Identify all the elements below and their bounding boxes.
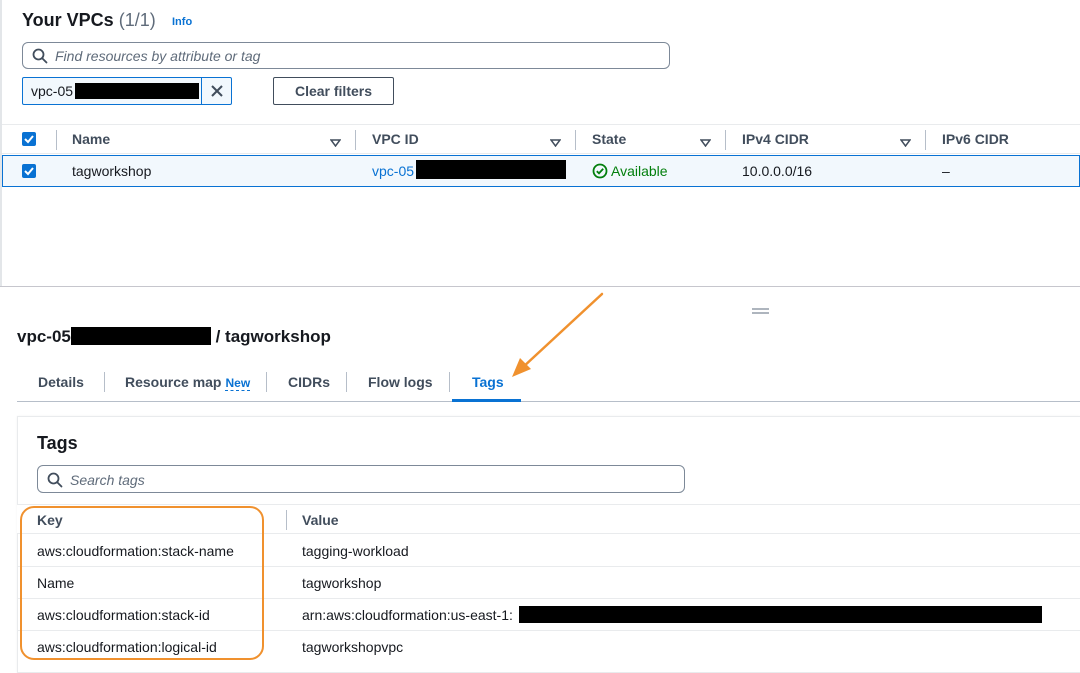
details-tabs: Details Resource map New CIDRs Flow logs … [17, 364, 1080, 402]
filter-token-label: vpc-05 [31, 83, 74, 99]
table-row[interactable]: tagworkshop vpc-05 Available 10.0.0.0/16… [2, 155, 1080, 187]
ipv4-cidr: 10.0.0.0/16 [742, 163, 813, 179]
tab-divider [266, 372, 267, 392]
checkbox-checked-icon[interactable] [22, 164, 36, 178]
drag-handle-icon[interactable] [752, 301, 769, 314]
tag-value: arn:aws:cloudformation:us-east-1: [302, 607, 513, 623]
resource-search-field[interactable] [22, 42, 670, 69]
column-divider [925, 130, 926, 150]
tab-flow-logs[interactable]: Flow logs [368, 374, 433, 390]
sort-caret-icon[interactable] [549, 134, 562, 150]
status-available-icon [592, 163, 608, 179]
column-header-state[interactable]: State [592, 131, 626, 147]
tab-divider [104, 372, 105, 392]
tag-value: tagworkshop [302, 575, 382, 591]
tag-value: tagging-workload [302, 543, 409, 559]
tag-key: aws:cloudformation:logical-id [37, 639, 217, 655]
new-badge: New [225, 376, 251, 391]
sort-caret-icon[interactable] [699, 134, 712, 150]
redacted-block [416, 160, 566, 179]
vpc-count: (1/1) [118, 10, 156, 30]
tag-value: tagworkshopvpc [302, 639, 404, 655]
column-header-vpc-id[interactable]: VPC ID [372, 131, 419, 147]
tab-cidrs[interactable]: CIDRs [288, 374, 330, 390]
filter-token[interactable]: vpc-05 [22, 77, 232, 105]
page-title: Your VPCs (1/1) [22, 10, 156, 30]
table-row: Name tagworkshop [17, 567, 1080, 599]
sort-caret-icon[interactable] [329, 134, 342, 150]
info-link[interactable]: Info [172, 16, 192, 28]
tags-heading: Tags [37, 433, 78, 453]
table-row: aws:cloudformation:stack-id arn:aws:clou… [17, 599, 1080, 631]
tab-resource-map[interactable]: Resource map New [125, 374, 251, 391]
tab-tags[interactable]: Tags [472, 374, 504, 390]
vpc-name: tagworkshop [72, 163, 152, 179]
resource-search-input[interactable] [55, 46, 655, 66]
redacted-block [519, 606, 1042, 623]
tags-table-header: Key Value [17, 504, 1080, 534]
details-title: vpc-05 / tagworkshop [17, 327, 331, 346]
tag-search-field[interactable] [37, 465, 685, 493]
tag-key: aws:cloudformation:stack-id [37, 607, 210, 623]
column-divider [725, 130, 726, 150]
search-icon [47, 472, 63, 491]
status-badge: Available [592, 163, 668, 179]
sort-caret-icon[interactable] [899, 134, 912, 150]
search-icon [32, 48, 48, 67]
vpc-table-header: Name VPC ID State IPv4 CIDR IPv6 CIDR [2, 124, 1080, 154]
table-row: aws:cloudformation:logical-id tagworksho… [17, 631, 1080, 663]
ipv6-cidr: – [942, 163, 950, 179]
tag-key: Name [37, 575, 75, 591]
redacted-block [75, 83, 199, 99]
clear-filters-button[interactable]: Clear filters [273, 77, 394, 105]
vpc-id-link[interactable]: vpc-05 [372, 163, 414, 179]
column-divider [355, 130, 356, 150]
column-divider [575, 130, 576, 150]
column-header-key[interactable]: Key [37, 512, 63, 528]
column-header-value[interactable]: Value [302, 512, 339, 528]
column-header-name[interactable]: Name [72, 131, 110, 147]
column-header-ipv4-cidr[interactable]: IPv4 CIDR [742, 131, 809, 147]
checkbox-checked-icon[interactable] [22, 132, 36, 146]
active-tab-indicator [452, 399, 521, 402]
tab-details[interactable]: Details [38, 374, 84, 390]
redacted-block [70, 327, 211, 345]
tab-divider [346, 372, 347, 392]
close-icon[interactable] [201, 78, 231, 104]
tag-search-input[interactable] [70, 470, 670, 490]
table-row: aws:cloudformation:stack-name tagging-wo… [17, 535, 1080, 567]
tab-divider [449, 372, 450, 392]
tag-key: aws:cloudformation:stack-name [37, 543, 234, 559]
column-divider [56, 130, 57, 150]
column-header-ipv6-cidr[interactable]: IPv6 CIDR [942, 131, 1009, 147]
column-divider [286, 510, 287, 530]
